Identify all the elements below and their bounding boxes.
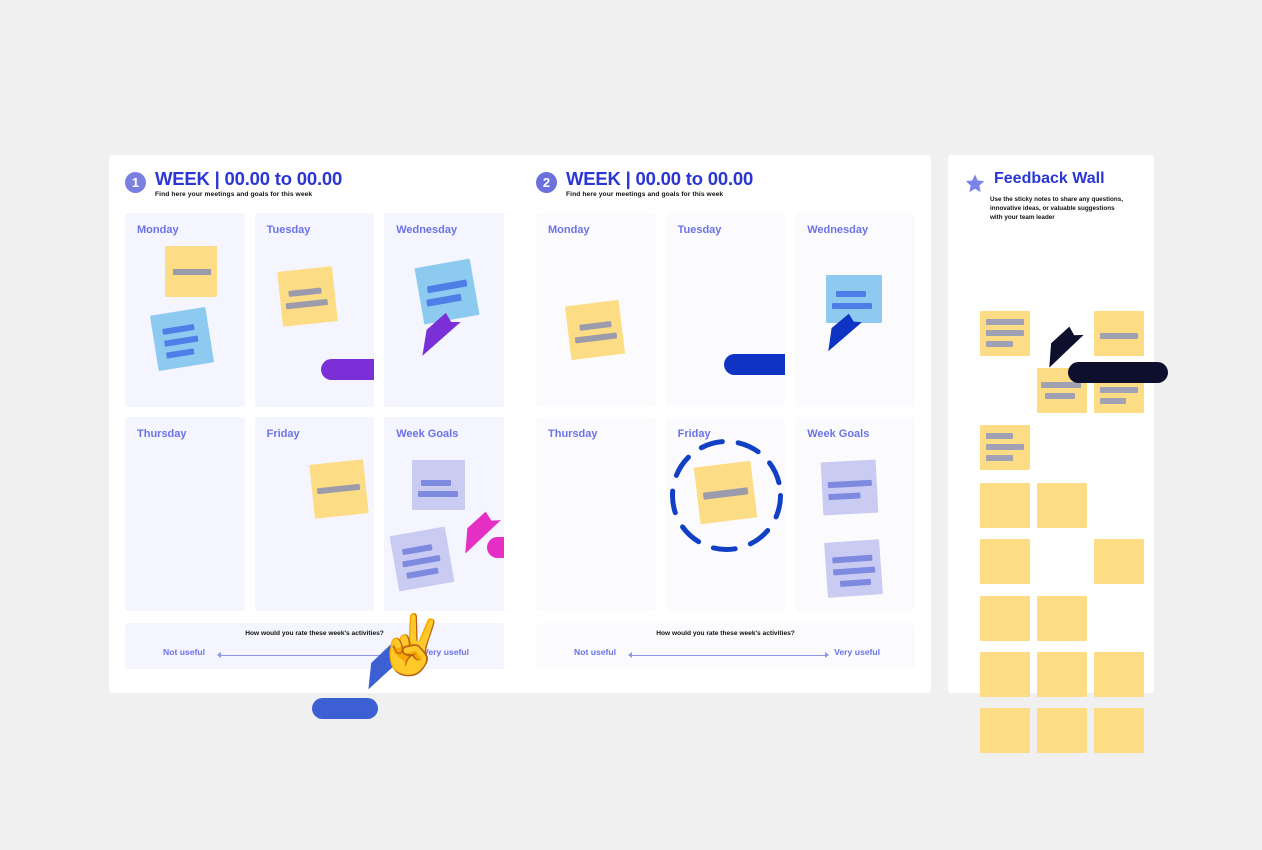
feedback-wall-board: Feedback Wall Use the sticky notes to sh… (948, 155, 1154, 753)
star-icon (964, 173, 986, 200)
week-2-rating-strip[interactable]: How would you rate these week's activiti… (536, 623, 915, 669)
purple-cursor[interactable] (417, 312, 461, 362)
week-1-header: 1 WEEK | 00.00 to 00.00 Find here your m… (125, 169, 342, 198)
day-column-monday-w1[interactable]: Monday (125, 213, 245, 407)
rating-question-w2: How would you rate these week's activiti… (656, 630, 795, 637)
day-label-wednesday-w2: Wednesday (807, 224, 869, 236)
sticky-note[interactable] (276, 266, 338, 327)
sticky-note[interactable] (1037, 483, 1087, 528)
sticky-note[interactable] (412, 460, 466, 510)
purple-cursor-name-tag (320, 359, 375, 380)
sticky-note[interactable] (693, 460, 757, 525)
sticky-note[interactable] (980, 539, 1030, 584)
blue-cursor-name-tag (723, 354, 786, 375)
day-label-thursday-w1: Thursday (137, 428, 187, 440)
day-column-monday-w2[interactable]: Monday (536, 213, 656, 407)
day-column-thursday-w1[interactable]: Thursday (125, 417, 245, 611)
day-column-tuesday-w2[interactable]: Tuesday (665, 213, 786, 407)
week-1-title: WEEK | 00.00 to 00.00 (155, 168, 343, 189)
day-label-week-goals-w1: Week Goals (396, 428, 459, 440)
week-1-subtitle: Find here your meetings and goals for th… (155, 191, 313, 199)
day-column-thursday-w2[interactable]: Thursday (536, 417, 656, 611)
sticky-note[interactable] (980, 596, 1030, 641)
week-2-day-grid: Monday Tuesday Wednesday Thursday Friday… (536, 213, 915, 611)
royal-blue-cursor-name-tag (312, 698, 378, 719)
day-label-tuesday-w2: Tuesday (677, 224, 722, 236)
day-column-wednesday-w2[interactable]: Wednesday (795, 213, 915, 407)
blue-cursor[interactable] (824, 313, 864, 357)
sticky-note[interactable] (980, 425, 1030, 470)
rating-scale-arrow-w2[interactable] (628, 652, 829, 658)
sticky-note[interactable] (1094, 652, 1144, 697)
week-1-panel: 1 WEEK | 00.00 to 00.00 Find here your m… (109, 155, 520, 693)
feedback-wall-subtitle: Use the sticky notes to share any questi… (990, 196, 1123, 222)
sticky-note[interactable] (820, 459, 879, 516)
week-1-number-badge: 1 (125, 172, 146, 193)
sticky-note[interactable] (308, 459, 369, 519)
sticky-note[interactable] (1037, 652, 1087, 697)
day-column-week-goals-w1[interactable]: Week Goals (384, 417, 504, 611)
sticky-note[interactable] (980, 652, 1030, 697)
week-2-title: WEEK | 00.00 to 00.00 (566, 168, 754, 189)
sticky-note[interactable] (1037, 596, 1087, 641)
week-2-header: 2 WEEK | 00.00 to 00.00 Find here your m… (536, 169, 753, 198)
sticky-note[interactable] (564, 299, 626, 361)
sticky-note[interactable] (389, 526, 455, 592)
week-2-number-badge: 2 (536, 172, 557, 193)
sticky-note[interactable] (1094, 539, 1144, 584)
sticky-note[interactable] (1037, 708, 1087, 753)
rating-left-label-w2: Not useful (574, 647, 617, 657)
day-column-tuesday-w1[interactable]: Tuesday (254, 213, 375, 407)
victory-hand-emoji: ✌ (370, 608, 452, 683)
rating-right-label-w2: Very useful (834, 647, 880, 657)
weekly-planner-board: 1 WEEK | 00.00 to 00.00 Find here your m… (109, 155, 931, 693)
day-label-monday-w2: Monday (548, 224, 590, 236)
day-label-week-goals-w2: Week Goals (807, 428, 870, 440)
sticky-note[interactable] (824, 539, 884, 598)
day-column-friday-w2[interactable]: Friday (665, 417, 786, 611)
day-label-wednesday-w1: Wednesday (396, 224, 458, 236)
pink-cursor-name-tag (487, 537, 504, 558)
sticky-note[interactable] (149, 306, 215, 372)
day-label-thursday-w2: Thursday (548, 428, 598, 440)
sticky-note[interactable] (165, 246, 217, 297)
day-column-friday-w1[interactable]: Friday (254, 417, 375, 611)
day-column-week-goals-w2[interactable]: Week Goals (795, 417, 915, 611)
feedback-wall-title: Feedback Wall (994, 170, 1105, 187)
day-column-wednesday-w1[interactable]: Wednesday (384, 213, 504, 407)
sticky-note[interactable] (980, 483, 1030, 528)
week-2-panel: 2 WEEK | 00.00 to 00.00 Find here your m… (520, 155, 931, 693)
day-label-tuesday-w1: Tuesday (266, 224, 311, 236)
day-label-monday-w1: Monday (137, 224, 179, 236)
rating-left-label-w1: Not useful (163, 647, 206, 657)
day-label-friday-w1: Friday (266, 428, 300, 440)
sticky-note[interactable] (1094, 708, 1144, 753)
week-1-day-grid: Monday Tuesday Wednesday Thursday Friday… (125, 213, 504, 611)
dark-navy-cursor-name-tag (1068, 362, 1168, 383)
whiteboard-canvas: 1 WEEK | 00.00 to 00.00 Find here your m… (0, 0, 1262, 850)
sticky-note[interactable] (980, 311, 1030, 356)
week-2-subtitle: Find here your meetings and goals for th… (566, 191, 724, 199)
sticky-note[interactable] (980, 708, 1030, 753)
sticky-note[interactable] (1094, 311, 1144, 356)
